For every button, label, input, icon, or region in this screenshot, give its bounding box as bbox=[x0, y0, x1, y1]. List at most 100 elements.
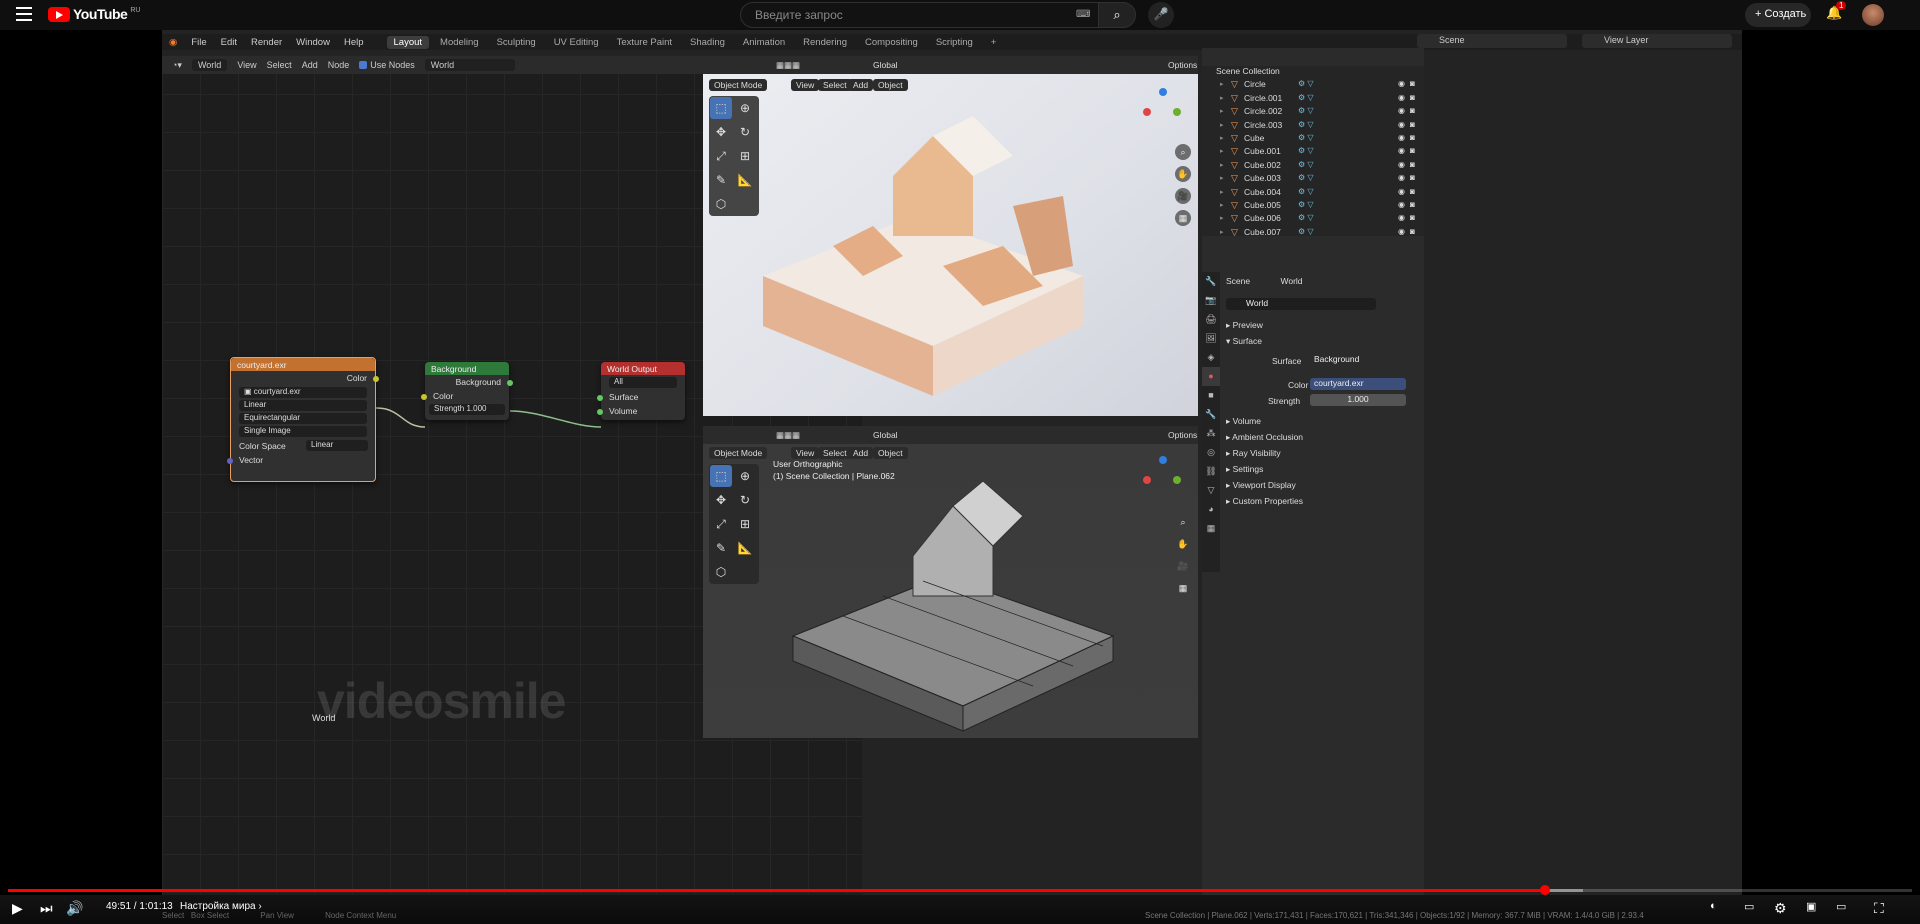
add-cube-tool-icon[interactable]: ⬡ bbox=[710, 193, 732, 215]
scale-tool-icon[interactable]: ⤢ bbox=[710, 513, 732, 535]
camera-icon[interactable]: ◙ bbox=[1410, 93, 1415, 102]
eye-icon[interactable]: ◉ bbox=[1398, 187, 1405, 196]
camera-icon[interactable]: ◙ bbox=[1410, 160, 1415, 169]
camera-icon[interactable]: ◙ bbox=[1410, 187, 1415, 196]
subtitles-icon[interactable]: ▭ bbox=[1744, 900, 1754, 913]
vp-menu-add[interactable]: Add bbox=[848, 79, 874, 91]
cursor-tool-icon[interactable]: ⊕ bbox=[734, 465, 756, 487]
avatar[interactable] bbox=[1862, 4, 1884, 26]
measure-tool-icon[interactable]: 📐 bbox=[734, 537, 756, 559]
data-tab-icon[interactable]: ▽ bbox=[1202, 481, 1220, 500]
eye-icon[interactable]: ◉ bbox=[1398, 133, 1405, 142]
volume-socket[interactable] bbox=[597, 409, 603, 415]
camera-icon[interactable]: ◙ bbox=[1410, 200, 1415, 209]
object-tab-icon[interactable]: ■ bbox=[1202, 386, 1220, 405]
surface-value[interactable]: Background bbox=[1310, 354, 1406, 366]
camera-icon[interactable]: ◙ bbox=[1410, 79, 1415, 88]
navigation-gizmo[interactable] bbox=[1143, 88, 1183, 128]
background-node[interactable]: Background Background Color Strength 1.0… bbox=[421, 362, 513, 420]
eye-icon[interactable]: ◉ bbox=[1398, 106, 1405, 115]
list-item[interactable]: ▸ ▽ Circle ⚙ ▽ ◉ ◙ bbox=[1202, 79, 1424, 92]
strength-field[interactable]: Strength 1.000 bbox=[429, 404, 505, 415]
camera-icon[interactable]: ◙ bbox=[1410, 173, 1415, 182]
projection-select[interactable]: Equirectangular bbox=[239, 413, 367, 424]
camera-icon[interactable]: ◙ bbox=[1410, 106, 1415, 115]
tab-scripting[interactable]: Scripting bbox=[929, 36, 980, 49]
fullscreen-icon[interactable]: ⛶ bbox=[1874, 900, 1884, 917]
eye-icon[interactable]: ◉ bbox=[1398, 173, 1405, 182]
list-item[interactable]: ▸ ▽ Cube.004 ⚙ ▽ ◉ ◙ bbox=[1202, 187, 1424, 200]
annotate-tool-icon[interactable]: ✎ bbox=[710, 537, 732, 559]
modifier-tab-icon[interactable]: 🔧 bbox=[1202, 405, 1220, 424]
search-input[interactable]: Введите запрос bbox=[740, 2, 1120, 28]
world-datablock[interactable]: World bbox=[1226, 298, 1376, 310]
constraints-tab-icon[interactable]: ⛓ bbox=[1202, 462, 1220, 481]
viewport-rendered[interactable]: ▦▦▦ Global Options Object Mode View Sele… bbox=[703, 56, 1198, 416]
select-tool-icon[interactable]: ⬚ bbox=[710, 97, 732, 119]
output-target-select[interactable]: All bbox=[609, 377, 677, 388]
camera-icon[interactable]: 🎥 bbox=[1175, 188, 1191, 204]
vp-options[interactable]: Options bbox=[1163, 59, 1198, 71]
grid-icon[interactable]: ▦ bbox=[1175, 580, 1191, 596]
material-tab-icon[interactable]: ◕ bbox=[1202, 500, 1220, 519]
colorspace-select[interactable]: Linear bbox=[306, 440, 368, 451]
keyboard-icon[interactable]: ⌨ bbox=[1076, 9, 1090, 20]
vector-socket[interactable] bbox=[227, 458, 233, 464]
move-tool-icon[interactable]: ✥ bbox=[710, 121, 732, 143]
world-output-title[interactable]: World Output bbox=[601, 362, 685, 375]
youtube-logo[interactable]: YouTube RU bbox=[48, 6, 140, 22]
view-layer-tab-icon[interactable]: 🖼 bbox=[1202, 329, 1220, 348]
gizmo-x-axis[interactable] bbox=[1143, 476, 1151, 484]
camera-icon[interactable]: ◙ bbox=[1410, 227, 1415, 236]
object-mode-select-2[interactable]: Object Mode bbox=[709, 447, 768, 459]
section-volume[interactable]: ▸ Volume bbox=[1226, 416, 1261, 427]
bell-icon[interactable]: 🔔 1 bbox=[1826, 1, 1847, 25]
grid-icon[interactable]: ▦ bbox=[1175, 210, 1191, 226]
menu-icon[interactable] bbox=[16, 7, 32, 21]
vp-orientation[interactable]: Global bbox=[868, 59, 903, 71]
autoplay-toggle[interactable]: ◐ bbox=[1710, 900, 1717, 912]
gizmo-y-axis[interactable] bbox=[1173, 108, 1181, 116]
bg-color-socket[interactable] bbox=[421, 394, 427, 400]
vp-menu-select[interactable]: Select bbox=[818, 79, 852, 91]
vp2-select-mode[interactable]: ▦▦▦ bbox=[771, 429, 806, 441]
camera-icon[interactable]: ◙ bbox=[1410, 146, 1415, 155]
miniplayer-icon[interactable]: ▣ bbox=[1806, 900, 1816, 913]
section-settings[interactable]: ▸ Settings bbox=[1226, 464, 1263, 475]
tab-compositing[interactable]: Compositing bbox=[858, 36, 925, 49]
world-tab-icon[interactable]: ● bbox=[1202, 367, 1220, 386]
annotate-tool-icon[interactable]: ✎ bbox=[710, 169, 732, 191]
scene-selector[interactable]: Scene bbox=[1417, 34, 1567, 48]
select-tool-icon[interactable]: ⬚ bbox=[710, 465, 732, 487]
vp-select-mode[interactable]: ▦▦▦ bbox=[771, 59, 806, 71]
object-mode-select[interactable]: Object Mode bbox=[709, 79, 768, 91]
vp-menu-object[interactable]: Object bbox=[873, 79, 908, 91]
section-surface[interactable]: ▾ Surface bbox=[1226, 336, 1262, 347]
camera-icon[interactable]: ◙ bbox=[1410, 120, 1415, 129]
play-icon[interactable]: ▶ bbox=[12, 900, 23, 917]
list-item[interactable]: ▸ ▽ Cube.003 ⚙ ▽ ◉ ◙ bbox=[1202, 173, 1424, 186]
list-item[interactable]: ▸ ▽ Cube.007 ⚙ ▽ ◉ ◙ bbox=[1202, 227, 1424, 240]
settings-gear-icon[interactable]: ⚙ bbox=[1774, 900, 1787, 917]
section-custom-properties[interactable]: ▸ Custom Properties bbox=[1226, 496, 1303, 507]
outliner[interactable]: Scene Collection ▸ ▽ Circle ⚙ ▽ ◉ ◙ ▸ ▽ Circle.… bbox=[1202, 66, 1424, 237]
progress-bar[interactable] bbox=[8, 885, 1912, 895]
world-output-node[interactable]: World Output All Surface Volume bbox=[597, 362, 685, 420]
list-item[interactable]: ▸ ▽ Cube ⚙ ▽ ◉ ◙ bbox=[1202, 133, 1424, 146]
progress-scrubber[interactable] bbox=[1539, 885, 1550, 895]
move-tool-icon[interactable]: ✥ bbox=[710, 489, 732, 511]
gizmo-y-axis[interactable] bbox=[1173, 476, 1181, 484]
eye-icon[interactable]: ◉ bbox=[1398, 120, 1405, 129]
add-cube-tool-icon[interactable]: ⬡ bbox=[710, 561, 732, 583]
section-preview[interactable]: ▸ Preview bbox=[1226, 320, 1263, 331]
eye-icon[interactable]: ◉ bbox=[1398, 213, 1405, 222]
rotate-tool-icon[interactable]: ↻ bbox=[734, 489, 756, 511]
search-button[interactable]: ⌕ bbox=[1098, 2, 1136, 28]
outliner-root[interactable]: Scene Collection bbox=[1202, 66, 1424, 79]
viewport-solid[interactable]: ▦▦▦ Global Options Object Mode View Sele… bbox=[703, 426, 1198, 738]
next-icon[interactable]: ⏭ bbox=[40, 900, 53, 917]
gizmo-x-axis[interactable] bbox=[1143, 108, 1151, 116]
background-output-socket[interactable] bbox=[507, 380, 513, 386]
eye-icon[interactable]: ◉ bbox=[1398, 146, 1405, 155]
eye-icon[interactable]: ◉ bbox=[1398, 200, 1405, 209]
